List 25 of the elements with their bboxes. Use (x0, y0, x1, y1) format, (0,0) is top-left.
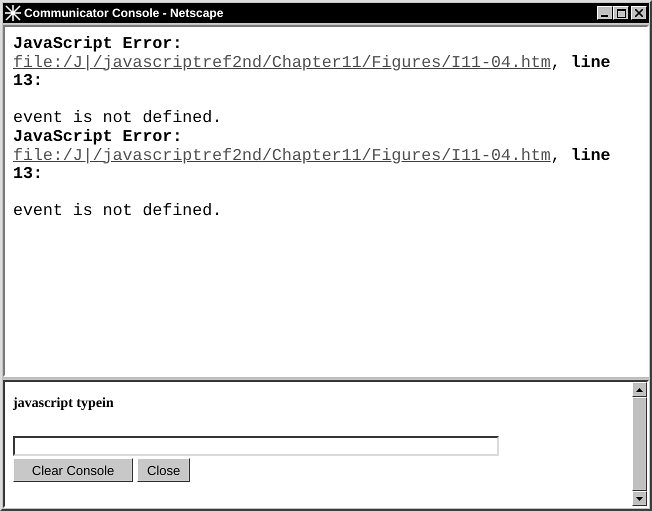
line-number: 13: (13, 164, 43, 184)
error-message: event is not defined. (13, 108, 222, 128)
console-button[interactable]: Close (137, 458, 190, 482)
scrollbar[interactable] (632, 382, 647, 506)
typein-field[interactable] (13, 436, 499, 456)
error-label: JavaScript Error: (13, 126, 182, 146)
line-label: , line (550, 146, 610, 165)
maximize-button[interactable] (613, 6, 629, 20)
window-title: Communicator Console - Netscape (24, 6, 224, 20)
file-link[interactable]: file:/J|/javascriptref2nd/Chapter11/Figures/I11-04.htm (13, 52, 551, 72)
close-icon (635, 9, 643, 17)
line-number: 13: (13, 71, 43, 90)
console-button[interactable]: Clear Console (13, 458, 133, 482)
line-label: , line (550, 52, 610, 72)
maximize-icon (616, 8, 626, 18)
scroll-up-icon[interactable] (632, 382, 647, 397)
minimize-button[interactable] (597, 6, 613, 20)
error-message: event is not defined. (13, 201, 222, 220)
error-label: JavaScript Error: (13, 34, 182, 53)
file-link[interactable]: file:/J|/javascriptref2nd/Chapter11/Figures/I11-04.htm (13, 146, 551, 165)
scroll-down-icon[interactable] (632, 491, 647, 506)
close-button[interactable] (631, 6, 647, 20)
star-icon (5, 5, 21, 21)
scroll-thumb[interactable] (632, 397, 647, 491)
typein-label: javascript typein (13, 396, 115, 412)
